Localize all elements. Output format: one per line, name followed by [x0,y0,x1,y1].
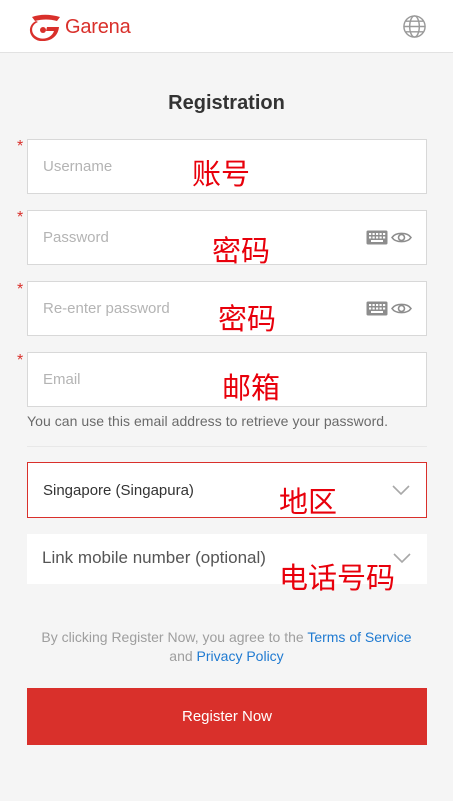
username-input[interactable] [28,140,426,193]
terms-and: and [169,648,193,664]
terms-notice: By clicking Register Now, you agree to t… [0,628,453,666]
brand-name: Garena [65,15,131,38]
chevron-down-icon [392,485,410,496]
link-mobile-select[interactable]: Link mobile number (optional) [27,534,427,584]
email-field [27,352,427,407]
email-input[interactable] [28,353,426,406]
terms-prefix: By clicking Register Now, you agree to t… [41,629,304,645]
repassword-field [27,281,427,336]
eye-icon[interactable] [391,230,412,245]
divider [27,446,427,447]
required-mark: * [17,352,24,369]
garena-logo-icon [29,14,60,41]
repassword-tools [366,301,412,316]
region-select[interactable]: Singapore (Singapura) [27,462,427,518]
page-title: Registration [168,92,285,114]
password-field [27,210,427,265]
required-mark: * [17,209,24,226]
region-selected-value: Singapore (Singapura) [43,482,194,499]
privacy-policy-link[interactable]: Privacy Policy [197,648,284,664]
register-now-button[interactable]: Register Now [27,688,427,745]
globe-icon[interactable] [402,14,427,39]
eye-icon[interactable] [391,301,412,316]
password-tools [366,230,412,245]
keyboard-icon[interactable] [366,301,388,316]
required-mark: * [17,138,24,155]
app-header: Garena [0,0,453,53]
terms-of-service-link[interactable]: Terms of Service [307,629,411,645]
username-field [27,139,427,194]
chevron-down-icon [393,553,411,564]
keyboard-icon[interactable] [366,230,388,245]
email-hint: You can use this email address to retrie… [27,413,389,429]
garena-logo[interactable]: Garena [26,12,131,42]
link-mobile-label: Link mobile number (optional) [42,548,266,567]
required-mark: * [17,281,24,298]
